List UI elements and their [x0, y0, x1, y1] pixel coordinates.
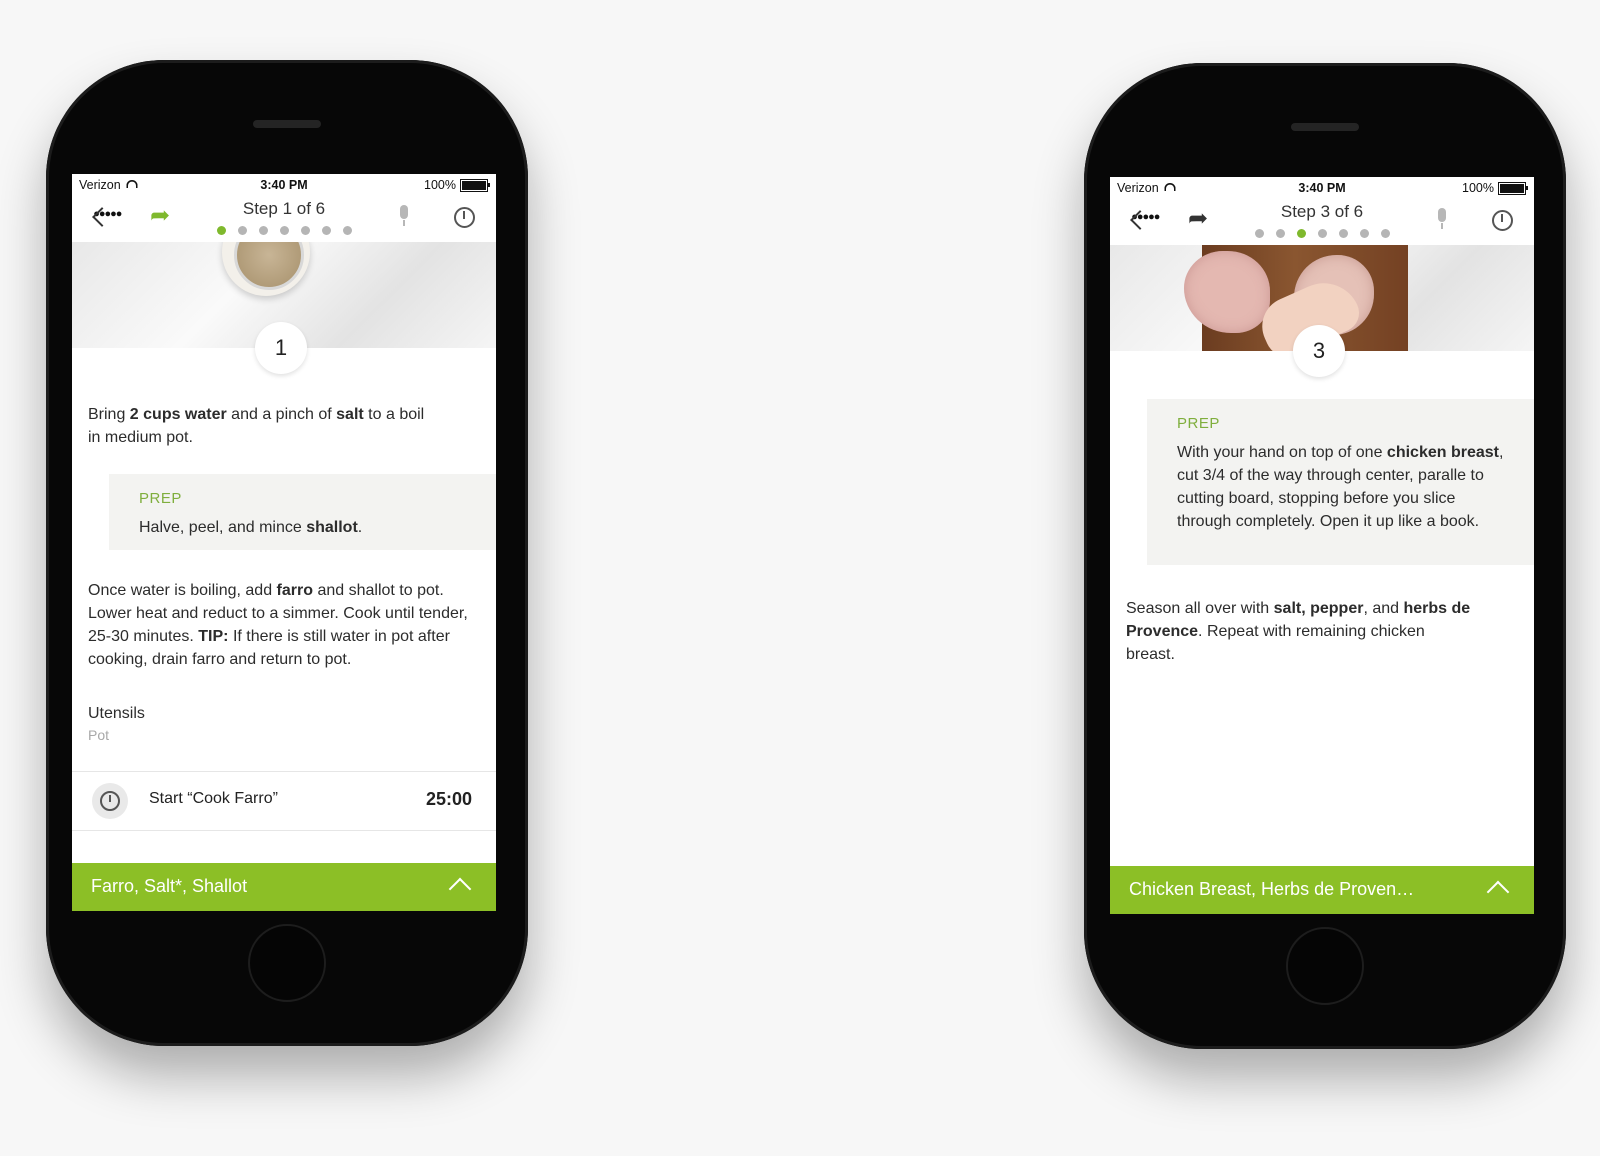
battery-icon — [1498, 181, 1528, 195]
step-dot-3[interactable] — [258, 226, 268, 235]
stopwatch-icon — [92, 783, 128, 819]
recipe-step-screen-left: ●●●●● Verizon 3:40 PM 100% ➦ Step 1 of 6 … — [72, 174, 496, 911]
prep-label: PREP — [139, 490, 182, 507]
step-intro-text: Bring 2 cups water and a pinch of salt t… — [88, 406, 425, 446]
prep-label: PREP — [1177, 415, 1220, 432]
step-dot-1[interactable] — [1254, 229, 1264, 238]
step-navbar: ➦ Step 1 of 6 — [72, 196, 496, 242]
step-dot-2[interactable] — [237, 226, 247, 235]
step-dot-6[interactable] — [1359, 229, 1369, 238]
step-progress-dots — [1110, 229, 1534, 238]
ingredients-drawer[interactable]: Chicken Breast, Herbs de Proven… — [1110, 866, 1534, 914]
prep-callout: PREP Halve, peel, and mince shallot. — [109, 474, 496, 550]
status-bar: ●●●●● Verizon 3:40 PM 100% — [72, 174, 496, 220]
step-dot-3[interactable] — [1296, 229, 1306, 238]
home-button[interactable] — [1286, 927, 1364, 1005]
utensils-value: Pot — [88, 727, 110, 743]
step-dot-2[interactable] — [1275, 229, 1285, 238]
step-dot-1[interactable] — [216, 226, 226, 235]
step-dot-7[interactable] — [1380, 229, 1390, 238]
start-timer-row[interactable]: Start “Cook Farro” 25:00 — [72, 771, 496, 831]
ingredients-summary: Chicken Breast, Herbs de Proven… — [1129, 879, 1415, 899]
stopwatch-icon[interactable] — [1488, 205, 1516, 233]
timer-label: Start “Cook Farro” — [149, 790, 278, 807]
step-dot-5[interactable] — [1338, 229, 1348, 238]
chevron-up-icon[interactable] — [1486, 880, 1510, 904]
step-dot-4[interactable] — [1317, 229, 1327, 238]
stopwatch-icon[interactable] — [450, 202, 478, 230]
phone-left: ●●●●● Verizon 3:40 PM 100% ➦ Step 1 of 6 … — [46, 60, 528, 1046]
chicken-breast-image — [1184, 251, 1270, 333]
prep-text: Halve, peel, and mince shallot. — [139, 519, 363, 536]
battery-percent: 100% — [1462, 181, 1494, 195]
recipe-step-screen-right: ●●●●●Verizon 3:40 PM 100% ➦ Step 3 of 6 — [1110, 177, 1534, 914]
home-button[interactable] — [248, 924, 326, 1002]
step-number-badge: 1 — [255, 322, 307, 374]
step-title: Step 3 of 6 — [1280, 202, 1364, 221]
ingredients-summary: Farro, Salt*, Shallot — [91, 876, 248, 896]
step-body-text: Season all over with salt, pepper, and h… — [1126, 600, 1471, 663]
battery-percent: 100% — [424, 178, 456, 192]
prep-callout: PREP With your hand on top of one chicke… — [1147, 399, 1534, 565]
status-bar: ●●●●● Verizon 3:40 PM 100% — [1110, 177, 1534, 223]
step-dot-6[interactable] — [321, 226, 331, 235]
microphone-icon[interactable] — [1428, 205, 1456, 233]
step-navbar: ➦ Step 3 of 6 — [1110, 199, 1534, 245]
utensils-label: Utensils — [88, 705, 145, 722]
step-dot-7[interactable] — [342, 226, 352, 235]
earpiece-speaker — [1291, 123, 1359, 131]
step-title: Step 1 of 6 — [242, 199, 326, 218]
earpiece-speaker — [253, 120, 321, 128]
ingredients-drawer[interactable]: Farro, Salt*, Shallot — [72, 863, 496, 911]
bowl-of-farro — [222, 242, 310, 296]
step-number-badge: 3 — [1293, 325, 1345, 377]
step-dot-4[interactable] — [279, 226, 289, 235]
phone-right: ●●●●●Verizon 3:40 PM 100% ➦ Step 3 of 6 — [1084, 63, 1566, 1049]
timer-duration: 25:00 — [425, 789, 472, 809]
step-dot-5[interactable] — [300, 226, 310, 235]
microphone-icon[interactable] — [390, 202, 418, 230]
step-progress-dots — [72, 226, 496, 235]
chevron-up-icon[interactable] — [448, 877, 472, 901]
battery-icon — [460, 178, 490, 192]
prep-text: With your hand on top of one chicken bre… — [1177, 444, 1504, 530]
step-body-text: Once water is boiling, add farro and sha… — [88, 582, 468, 668]
